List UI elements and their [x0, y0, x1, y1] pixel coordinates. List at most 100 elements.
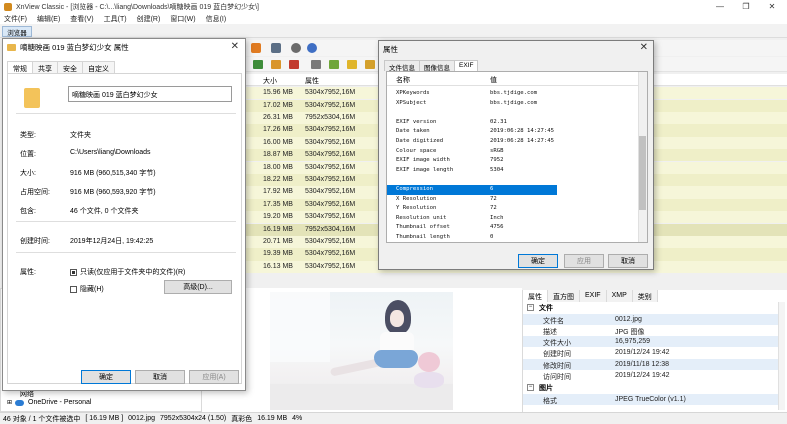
tab-general[interactable]: 常规	[7, 61, 33, 73]
advanced-button[interactable]: 高级(D)...	[164, 280, 232, 294]
section-file[interactable]: − 文件	[523, 302, 787, 313]
dialog-title: 属性	[383, 45, 398, 54]
exif-row[interactable]	[387, 175, 639, 185]
ok-button[interactable]: 确定	[81, 370, 131, 384]
preview-image[interactable]	[270, 292, 453, 410]
status-color: 真彩色	[231, 415, 253, 423]
cancel-button[interactable]: 取消	[135, 370, 185, 384]
collapse-icon[interactable]: −	[527, 304, 534, 311]
scrollbar-thumb[interactable]	[639, 136, 646, 210]
delete-icon[interactable]	[289, 59, 299, 69]
readonly-checkbox[interactable]: 只读(仅应用于文件夹中的文件)(R)	[70, 267, 185, 277]
ok-button[interactable]: 确定	[518, 254, 558, 268]
exif-row[interactable]: X Resolution 72	[387, 195, 639, 205]
tab-sharing[interactable]: 共享	[32, 61, 58, 73]
prop-row: 文件大小 16,975,259	[523, 336, 778, 348]
refresh-icon[interactable]	[365, 59, 375, 69]
menu-create[interactable]: 创建(R)	[137, 14, 161, 24]
tab-exif[interactable]: EXIF	[454, 60, 479, 71]
tab-file-info[interactable]: 文件信息	[384, 60, 420, 72]
apply-button[interactable]: 应用	[564, 254, 604, 268]
tab-image-info[interactable]: 图像信息	[419, 60, 455, 72]
title-bar: XnView Classic - [浏览器 - C:\...\liang\Dow…	[0, 0, 787, 13]
exif-row[interactable]: Date taken 2019:06:28 14:27:45	[387, 127, 639, 137]
column-attr-header[interactable]: 属性	[305, 76, 319, 86]
separator	[16, 252, 236, 253]
collapse-icon[interactable]: −	[527, 384, 534, 391]
select-icon[interactable]	[253, 59, 263, 69]
separator	[16, 113, 236, 114]
menu-edit[interactable]: 编辑(E)	[37, 14, 60, 24]
apply-button[interactable]: 应用(A)	[189, 370, 239, 384]
exif-list-header: 名称 值	[387, 72, 639, 86]
status-bar: 46 对象 / 1 个文件被选中 [ 16.19 MB ] 0012.jpg 7…	[0, 412, 787, 424]
prop-row: 访问时间 2019/12/24 19:42	[543, 372, 670, 381]
general-tab-panel: 嘀糖映画 019 蓝白梦幻少女 类型: 文件夹 位置: C:\Users\liang…	[7, 73, 242, 384]
status-zoom: 4%	[292, 415, 303, 422]
info-scrollbar[interactable]	[778, 302, 785, 410]
close-button[interactable]: ✕	[759, 0, 785, 13]
prop-row: 描述 JPG 图像	[543, 328, 645, 336]
folder-name-input[interactable]: 嘀糖映画 019 蓝白梦幻少女	[68, 86, 232, 102]
settings-icon[interactable]	[291, 43, 301, 53]
close-icon[interactable]: ✕	[231, 41, 239, 52]
exif-row[interactable]: Resolution unit Inch	[387, 214, 639, 224]
exif-row[interactable]: EXIF version 02.31	[387, 118, 639, 128]
tab-security[interactable]: 安全	[57, 61, 83, 73]
prop-row: 创建时间 2019/12/24 19:42	[543, 349, 670, 359]
tab-browser[interactable]: 浏览器	[2, 26, 32, 37]
status-info: 7952x5304x24 (1.50)	[160, 415, 227, 422]
tab-exif[interactable]: EXIF	[580, 290, 607, 302]
tag-icon[interactable]	[329, 59, 339, 69]
menu-window[interactable]: 窗口(W)	[170, 14, 195, 24]
section-image[interactable]: − 图片	[523, 382, 787, 393]
tab-category[interactable]: 类别	[632, 290, 658, 302]
exif-properties-dialog: 属性 ✕ 文件信息 图像信息 EXIF 名称 值 XPKeywords bbs.t…	[378, 40, 654, 270]
exif-row[interactable]: EXIF image length 5304	[387, 166, 639, 176]
tab-properties[interactable]: 属性	[523, 290, 548, 302]
tab-histogram[interactable]: 直方图	[548, 290, 580, 302]
tree-item-onedrive[interactable]: ⊞ OneDrive - Personal	[7, 399, 91, 406]
column-size-header[interactable]: 大小	[263, 76, 277, 86]
exif-row[interactable]: Date digitized 2019:06:28 14:27:45	[387, 137, 639, 147]
tab-strip	[0, 24, 787, 38]
exif-row[interactable]	[387, 108, 639, 118]
onedrive-icon	[15, 399, 25, 406]
status-count: 46 对象 / 1 个文件被选中	[3, 415, 81, 423]
exif-row[interactable]: XPSubject bbs.tjdige.com	[387, 99, 639, 109]
menu-tools[interactable]: 工具(T)	[104, 14, 127, 24]
xnview-app-icon	[4, 2, 12, 11]
exif-row-selected[interactable]: Compression 6	[387, 185, 557, 195]
exif-row[interactable]: Colour space sRGB	[387, 147, 639, 157]
exif-row[interactable]: Y Resolution 72	[387, 204, 639, 214]
cancel-button[interactable]: 取消	[608, 254, 648, 268]
tab-customize[interactable]: 自定义	[82, 61, 115, 73]
info-panel: 属性 直方图 EXIF XMP 类别 − 文件 文件名 0012.jpg 描述 JPG…	[522, 290, 787, 412]
dialog-tabs: 常规 共享 安全 自定义	[7, 61, 115, 73]
edit-icon[interactable]	[271, 59, 281, 69]
exif-row[interactable]: Thumbnail length 0	[387, 233, 639, 242]
hidden-checkbox[interactable]: 隐藏(H)	[70, 284, 104, 294]
exif-row[interactable]: EXIF image width 7952	[387, 156, 639, 166]
restore-button[interactable]: ❐	[733, 0, 759, 13]
tab-xmp[interactable]: XMP	[606, 290, 633, 302]
column-name-header[interactable]: 名称	[396, 75, 410, 85]
column-value-header[interactable]: 值	[490, 75, 497, 85]
menu-file[interactable]: 文件(F)	[4, 14, 27, 24]
exif-row[interactable]: XPKeywords bbs.tjdige.com	[387, 89, 639, 99]
slideshow-icon[interactable]	[251, 43, 261, 53]
menu-view[interactable]: 查看(V)	[70, 14, 93, 24]
view-mode-icon[interactable]	[311, 59, 321, 69]
about-icon[interactable]	[307, 43, 317, 53]
fullscreen-icon[interactable]	[271, 43, 281, 53]
minimize-button[interactable]: —	[707, 0, 733, 13]
folder-properties-dialog: 嘀糖映画 019 蓝白梦幻少女 属性 ✕ 常规 共享 安全 自定义 嘀糖映画 0…	[2, 38, 246, 391]
filter-icon[interactable]	[347, 59, 357, 69]
dialog-tabs: 文件信息 图像信息 EXIF	[384, 60, 479, 72]
menu-info[interactable]: 信息(I)	[206, 14, 227, 24]
close-icon[interactable]: ✕	[640, 42, 648, 53]
exif-list[interactable]: 名称 值 XPKeywords bbs.tjdige.com XPSubject b…	[386, 71, 648, 243]
exif-scrollbar[interactable]	[638, 72, 647, 242]
exif-row[interactable]: Thumbnail offset 4756	[387, 223, 639, 233]
dialog-title: 嘀糖映画 019 蓝白梦幻少女 属性	[3, 39, 245, 55]
